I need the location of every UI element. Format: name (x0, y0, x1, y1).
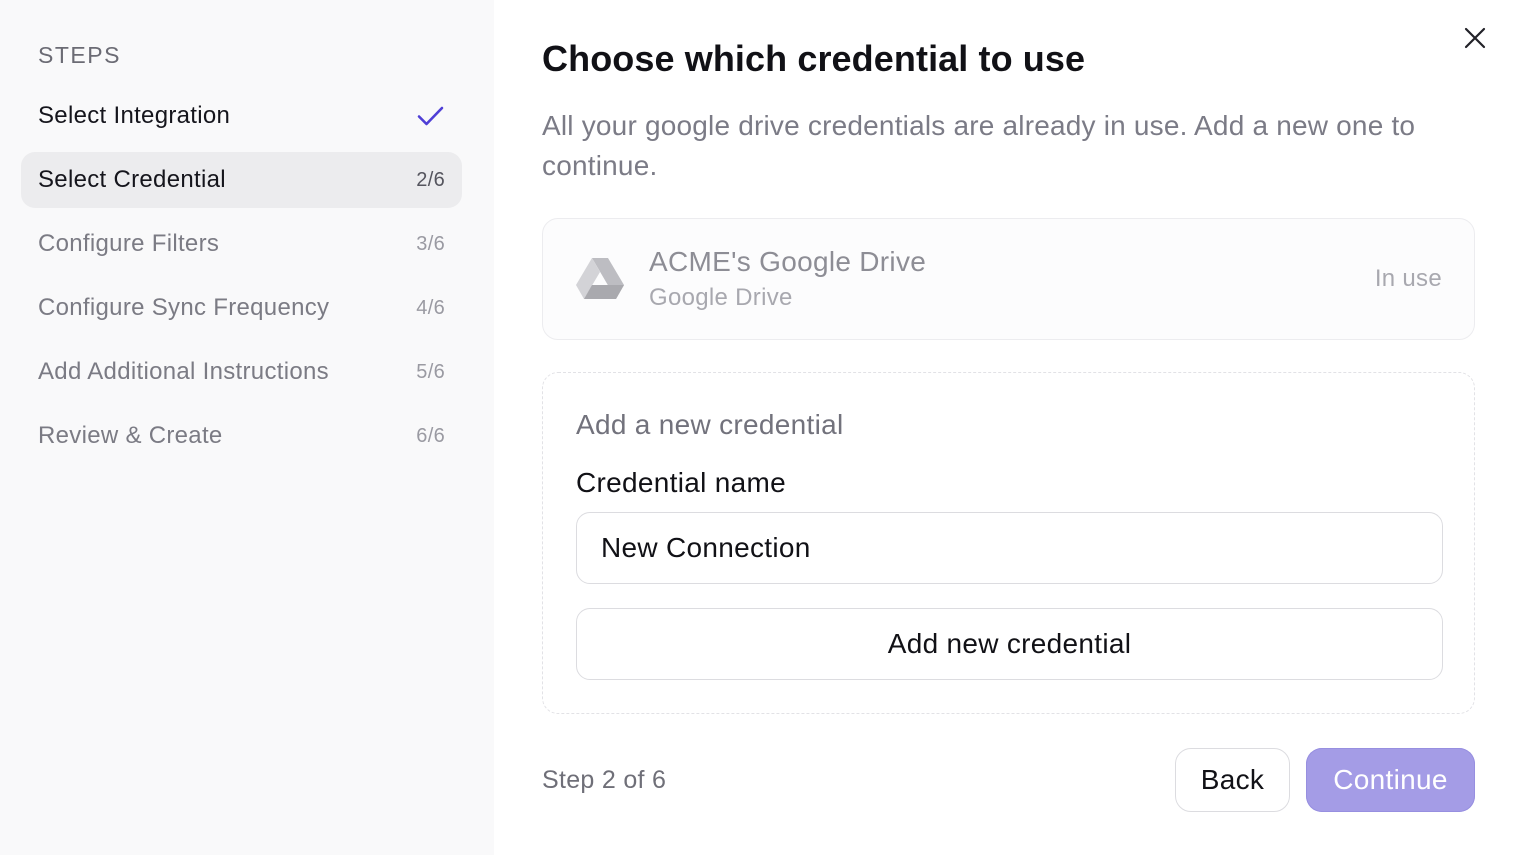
step-configure-sync-frequency[interactable]: Configure Sync Frequency 4/6 (21, 280, 462, 336)
credential-info: ACME's Google Drive Google Drive (649, 246, 926, 312)
continue-button[interactable]: Continue (1306, 748, 1475, 812)
page-title: Choose which credential to use (542, 38, 1086, 79)
step-add-additional-instructions[interactable]: Add Additional Instructions 5/6 (21, 344, 462, 400)
step-configure-filters[interactable]: Configure Filters 3/6 (21, 216, 462, 272)
step-review-create[interactable]: Review & Create 6/6 (21, 408, 462, 464)
steps-sidebar: STEPS Select Integration Select Credenti… (0, 0, 494, 855)
step-count: 6/6 (416, 424, 445, 447)
step-label: Configure Sync Frequency (38, 294, 330, 321)
step-label: Configure Filters (38, 230, 220, 257)
new-credential-section: Add a new credential Credential name Add… (542, 372, 1475, 714)
add-new-credential-button[interactable]: Add new credential (576, 608, 1443, 680)
step-count: 3/6 (416, 232, 445, 255)
step-label: Add Additional Instructions (38, 358, 329, 385)
google-drive-icon (575, 257, 625, 301)
step-count: 2/6 (416, 168, 445, 191)
credential-type: Google Drive (649, 284, 793, 311)
back-button[interactable]: Back (1175, 748, 1290, 812)
step-select-integration[interactable]: Select Integration (21, 88, 462, 144)
step-count: 4/6 (416, 296, 445, 319)
step-label: Review & Create (38, 422, 223, 449)
steps-heading: STEPS (38, 42, 121, 68)
step-label: Select Integration (38, 102, 231, 129)
credential-name-input[interactable] (576, 512, 1443, 584)
footer-buttons: Back Continue (1175, 748, 1475, 812)
close-button[interactable] (1459, 24, 1491, 56)
credential-name: ACME's Google Drive (649, 246, 927, 277)
checkmark-icon (415, 101, 445, 131)
wizard-modal: STEPS Select Integration Select Credenti… (0, 0, 1517, 855)
page-subtitle: All your google drive credentials are al… (542, 110, 1416, 181)
wizard-footer: Step 2 of 6 Back Continue (542, 748, 1475, 812)
close-icon (1463, 26, 1487, 55)
credential-name-label: Credential name (576, 467, 786, 498)
new-credential-heading: Add a new credential (576, 409, 844, 440)
step-indicator: Step 2 of 6 (542, 765, 667, 794)
main-panel: Choose which credential to use All your … (494, 0, 1517, 855)
existing-credential-card: ACME's Google Drive Google Drive In use (542, 218, 1475, 340)
step-select-credential[interactable]: Select Credential 2/6 (21, 152, 462, 208)
step-count: 5/6 (416, 360, 445, 383)
step-label: Select Credential (38, 166, 226, 193)
credential-status-badge: In use (1374, 265, 1442, 292)
